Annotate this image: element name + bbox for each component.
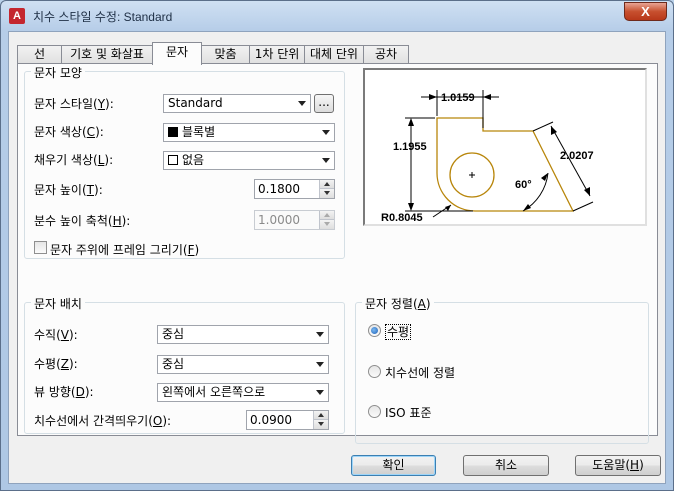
preview-dim-top: 1.0159 [441, 92, 475, 104]
no-fill-swatch-icon [168, 155, 178, 165]
tab-fit[interactable]: 맞춤 [201, 45, 250, 64]
spin-down-icon[interactable] [320, 189, 334, 198]
fill-color-dropdown[interactable]: 없음 [163, 151, 335, 170]
tab-tolerances[interactable]: 공차 [363, 45, 409, 64]
tab-lines[interactable]: 선 [17, 45, 62, 64]
chevron-down-icon [322, 158, 330, 163]
dimension-preview: 1.0159 1.1955 2.0207 60° R0.8045 [363, 68, 647, 226]
iso-standard-label[interactable]: ISO 표준 [385, 404, 432, 421]
dialog-client: 선 기호 및 화살표 문자 맞춤 1차 단위 대체 단위 공차 문자 모양 문자… [8, 31, 666, 484]
vertical-value: 중심 [162, 327, 185, 341]
draw-frame-label[interactable]: 문자 주위에 프레임 그리기(F) [50, 241, 199, 258]
text-color-label: 문자 색상(C): [34, 125, 104, 139]
fraction-height-scale-value: 1.0000 [258, 213, 300, 227]
text-appearance-legend: 문자 모양 [31, 64, 85, 81]
text-color-dropdown[interactable]: 블록별 [163, 123, 335, 142]
spin-up-icon[interactable] [320, 180, 334, 189]
align-with-dimline-label[interactable]: 치수선에 정렬 [385, 364, 455, 381]
vertical-dropdown[interactable]: 중심 [157, 325, 329, 344]
chevron-down-icon [316, 332, 324, 337]
text-alignment-group: 문자 정렬(A) 수평 치수선에 정렬 ISO 표준 [355, 295, 649, 444]
autocad-icon: A [9, 8, 25, 24]
preview-drawing: 1.0159 1.1955 2.0207 60° R0.8045 [381, 90, 594, 224]
view-direction-value: 왼쪽에서 오른쪽으로 [162, 385, 266, 399]
text-placement-legend: 문자 배치 [31, 295, 85, 312]
preview-dim-right: 2.0207 [560, 150, 594, 162]
window-title: 치수 스타일 수정: Standard [33, 10, 173, 24]
preview-dim-left: 1.1955 [393, 141, 427, 153]
offset-label: 치수선에서 간격띄우기(O): [34, 414, 172, 428]
spin-up-icon[interactable] [314, 411, 328, 420]
vertical-label: 수직(V): [34, 328, 78, 342]
ok-button[interactable]: 확인 [351, 455, 436, 476]
close-button[interactable]: X [624, 2, 667, 21]
chevron-down-icon [316, 390, 324, 395]
preview-radius: R0.8045 [381, 212, 423, 224]
tab-panel-text: 문자 모양 문자 스타일(Y): Standard ... 문자 색상(C): … [17, 63, 658, 444]
help-button[interactable]: 도움말(H) [575, 455, 661, 476]
text-style-label: 문자 스타일(Y): [34, 97, 114, 111]
text-color-value: 블록별 [182, 125, 216, 139]
fraction-height-scale-spinner: 1.0000 [254, 210, 335, 230]
tab-symbols-arrows[interactable]: 기호 및 화살표 [61, 45, 153, 64]
iso-standard-radio[interactable] [368, 405, 381, 418]
horizontal-value: 중심 [162, 357, 185, 371]
preview-angle: 60° [515, 179, 532, 191]
text-placement-group: 문자 배치 수직(V): 중심 수평(Z): 중심 뷰 방향(D): 왼쪽에서 … [24, 295, 345, 434]
text-height-value: 0.1800 [258, 182, 300, 196]
text-height-label: 문자 높이(T): [34, 183, 103, 197]
dialog-window: A 치수 스타일 수정: Standard X 선 기호 및 화살표 문자 맞춤… [0, 0, 674, 491]
view-direction-label: 뷰 방향(D): [34, 385, 94, 399]
fill-color-value: 없음 [182, 153, 205, 167]
horizontal-label: 수평(Z): [34, 357, 78, 371]
fraction-height-scale-label: 분수 높이 축척(H): [34, 214, 131, 228]
align-horizontal-radio[interactable] [368, 324, 381, 337]
text-appearance-group: 문자 모양 문자 스타일(Y): Standard ... 문자 색상(C): … [24, 64, 345, 259]
cancel-button[interactable]: 취소 [463, 455, 549, 476]
text-style-dropdown[interactable]: Standard [163, 94, 311, 113]
align-horizontal-label[interactable]: 수평 [385, 323, 412, 340]
tab-primary-units[interactable]: 1차 단위 [249, 45, 305, 64]
chevron-down-icon [298, 101, 306, 106]
chevron-down-icon [316, 362, 324, 367]
spin-down-icon[interactable] [314, 420, 328, 429]
spin-down-icon [320, 220, 334, 229]
text-height-spinner[interactable]: 0.1800 [254, 179, 335, 199]
horizontal-dropdown[interactable]: 중심 [157, 355, 329, 374]
fill-color-label: 채우기 색상(L): [34, 153, 114, 167]
offset-spinner[interactable]: 0.0900 [246, 410, 329, 430]
title-bar[interactable]: A 치수 스타일 수정: Standard X [1, 1, 673, 31]
spin-up-icon [320, 211, 334, 220]
tab-alternate-units[interactable]: 대체 단위 [304, 45, 364, 64]
text-style-browse-button[interactable]: ... [314, 94, 334, 113]
draw-frame-checkbox[interactable] [34, 241, 47, 254]
chevron-down-icon [322, 130, 330, 135]
align-with-dimline-radio[interactable] [368, 365, 381, 378]
text-style-value: Standard [168, 96, 223, 110]
tab-text[interactable]: 문자 [152, 42, 202, 65]
view-direction-dropdown[interactable]: 왼쪽에서 오른쪽으로 [157, 383, 329, 402]
text-alignment-legend: 문자 정렬(A) [362, 295, 434, 312]
color-swatch-icon [168, 127, 178, 137]
offset-value: 0.0900 [250, 413, 292, 427]
